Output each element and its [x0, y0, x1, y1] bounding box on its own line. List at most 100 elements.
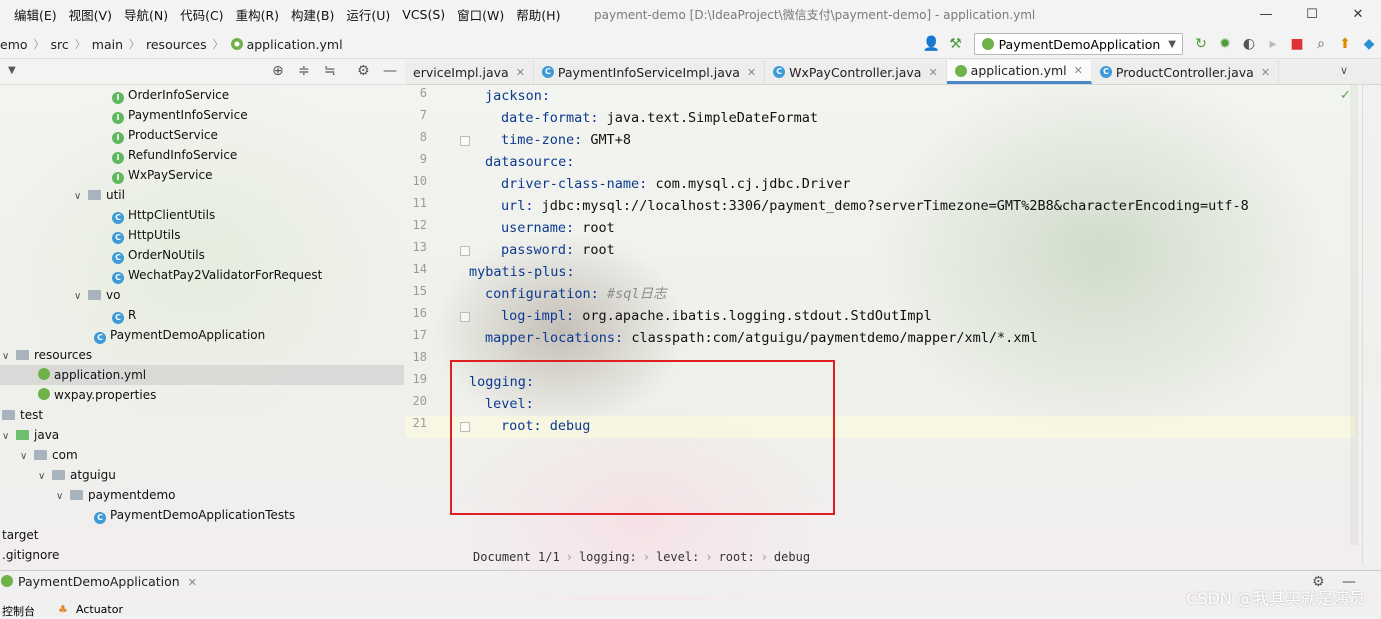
tree-item[interactable]: I RefundInfoService — [112, 145, 237, 165]
chevron-down-icon[interactable]: ▼ — [8, 65, 16, 76]
breadcrumb-main[interactable]: main — [92, 37, 123, 52]
code-line: password: root — [501, 242, 615, 258]
menu-refactor[interactable]: 重构(R) — [230, 5, 285, 24]
tree-item-label: PaymentInfoService — [128, 108, 248, 122]
gear-icon[interactable]: ⚙ — [357, 63, 370, 79]
stop-icon[interactable]: ■ — [1285, 32, 1309, 56]
tree-item[interactable]: C PaymentDemoApplication — [94, 325, 265, 345]
tool-window-stripe[interactable] — [1367, 125, 1379, 185]
tab-wxpay-controller[interactable]: C WxPayController.java ✕ — [765, 60, 947, 84]
breadcrumb-resources[interactable]: resources — [146, 37, 207, 52]
tree-item[interactable]: C WechatPay2ValidatorForRequest — [112, 265, 322, 285]
tab-application-yml[interactable]: application.yml ✕ — [946, 60, 1092, 84]
close-icon[interactable]: ✕ — [188, 576, 197, 589]
tab-payment-info-service-impl[interactable]: C PaymentInfoServiceImpl.java ✕ — [534, 60, 766, 84]
fold-marker-icon[interactable] — [460, 136, 470, 146]
chevron-down-icon[interactable]: ∨ — [20, 447, 34, 467]
editor-breadcrumb-item[interactable]: root: — [719, 550, 755, 564]
debug-bug-icon[interactable]: ✹ — [1213, 32, 1237, 56]
menu-run[interactable]: 运行(U) — [340, 5, 396, 24]
user-icon[interactable]: 👤 — [920, 32, 944, 56]
tree-item[interactable]: ∨ util — [74, 185, 125, 205]
tree-item[interactable]: CR — [112, 305, 136, 325]
line-number: 10 — [412, 174, 427, 188]
menu-vcs[interactable]: VCS(S) — [396, 7, 451, 22]
menu-window[interactable]: 窗口(W) — [451, 5, 510, 24]
toolbox-icon[interactable]: ◆ — [1357, 32, 1381, 56]
close-icon[interactable]: ✕ — [1261, 66, 1270, 79]
close-icon[interactable]: ✕ — [747, 66, 756, 79]
minimize-icon[interactable]: — — [1243, 0, 1289, 28]
tree-item[interactable]: ∨ com — [20, 445, 78, 465]
menu-help[interactable]: 帮助(H) — [510, 5, 566, 24]
fold-marker-icon[interactable] — [460, 312, 470, 322]
hide-icon[interactable]: — — [383, 63, 397, 79]
tree-item[interactable]: .gitignore — [2, 545, 59, 565]
folder-icon — [70, 490, 83, 500]
close-icon[interactable]: ✕ — [1074, 64, 1083, 77]
expand-all-icon[interactable]: ≑ — [298, 63, 310, 79]
chevron-down-icon[interactable]: ∨ — [2, 427, 16, 447]
tree-item[interactable]: C OrderNoUtils — [112, 245, 205, 265]
menu-code[interactable]: 代码(C) — [174, 5, 229, 24]
tree-item[interactable]: C HttpClientUtils — [112, 205, 215, 225]
menu-build[interactable]: 构建(B) — [285, 5, 340, 24]
run-tab[interactable]: PaymentDemoApplication ✕ — [0, 574, 197, 589]
tree-item[interactable]: C PaymentDemoApplicationTests — [94, 505, 295, 525]
tab-product-controller[interactable]: C ProductController.java ✕ — [1092, 60, 1280, 84]
close-icon[interactable]: ✕ — [1335, 0, 1381, 28]
tool-window-stripe[interactable] — [1367, 195, 1379, 245]
search-icon[interactable]: ⌕ — [1309, 32, 1333, 56]
tab-label: application.yml — [970, 63, 1067, 78]
editor-scrollbar[interactable] — [1350, 85, 1358, 545]
tree-item[interactable]: I OrderInfoService — [112, 85, 229, 105]
tree-item[interactable]: ∨ vo — [74, 285, 120, 305]
tree-item[interactable]: ∨ java — [2, 425, 59, 445]
tree-item[interactable]: ∨ resources — [2, 345, 92, 365]
editor-breadcrumb-item[interactable]: logging: — [579, 550, 637, 564]
interface-icon: I — [112, 172, 124, 184]
actuator-tab[interactable]: Actuator — [76, 603, 123, 616]
tree-item[interactable]: I WxPayService — [112, 165, 212, 185]
maximize-icon[interactable]: ☐ — [1289, 0, 1335, 28]
tab-service-impl[interactable]: erviceImpl.java ✕ — [405, 60, 534, 84]
profile-icon[interactable]: ▸ — [1261, 32, 1285, 56]
coverage-icon[interactable]: ◐ — [1237, 32, 1261, 56]
close-icon[interactable]: ✕ — [516, 66, 525, 79]
breadcrumb-file[interactable]: application.yml — [247, 37, 343, 52]
code-line: datasource: — [485, 154, 575, 170]
tree-item[interactable]: target — [2, 525, 39, 545]
tree-item[interactable]: I PaymentInfoService — [112, 105, 248, 125]
chevron-down-icon[interactable]: ∨ — [2, 347, 16, 367]
chevron-down-icon[interactable]: ∨ — [74, 187, 88, 207]
editor-breadcrumb-item[interactable]: level: — [656, 550, 699, 564]
run-configuration-select[interactable]: PaymentDemoApplication ▼ — [973, 33, 1183, 55]
locate-icon[interactable]: ⊕ — [272, 63, 284, 79]
menu-navigate[interactable]: 导航(N) — [118, 5, 174, 24]
tree-item[interactable]: ∨ atguigu — [38, 465, 116, 485]
tabs-overflow-chevron-icon[interactable]: ∨ — [1340, 64, 1348, 77]
menu-view[interactable]: 视图(V) — [63, 5, 118, 24]
breadcrumb-project[interactable]: emo — [0, 37, 28, 52]
tree-item[interactable]: ∨ paymentdemo — [56, 485, 176, 505]
tree-item[interactable]: C HttpUtils — [112, 225, 180, 245]
editor-breadcrumb-item[interactable]: Document 1/1 — [473, 550, 560, 564]
update-icon[interactable]: ⬆ — [1333, 32, 1357, 56]
chevron-down-icon[interactable]: ∨ — [56, 487, 70, 507]
chevron-down-icon[interactable]: ∨ — [38, 467, 52, 487]
yml-icon — [230, 38, 243, 50]
chevron-down-icon[interactable]: ∨ — [74, 287, 88, 307]
editor-breadcrumb-item[interactable]: debug — [774, 550, 810, 564]
tree-item[interactable]: test — [2, 405, 43, 425]
collapse-all-icon[interactable]: ≒ — [324, 63, 336, 79]
build-hammer-icon[interactable]: ⚒ — [944, 32, 968, 56]
tree-item[interactable]: wxpay.properties — [38, 385, 156, 405]
tree-item[interactable]: I ProductService — [112, 125, 218, 145]
tree-item-selected[interactable]: application.yml — [0, 365, 404, 385]
rerun-icon[interactable]: ↻ — [1189, 32, 1213, 56]
yaml-key: configuration — [485, 286, 591, 302]
menu-edit[interactable]: 编辑(E) — [8, 5, 63, 24]
close-icon[interactable]: ✕ — [928, 66, 937, 79]
fold-marker-icon[interactable] — [460, 246, 470, 256]
breadcrumb-src[interactable]: src — [51, 37, 69, 52]
